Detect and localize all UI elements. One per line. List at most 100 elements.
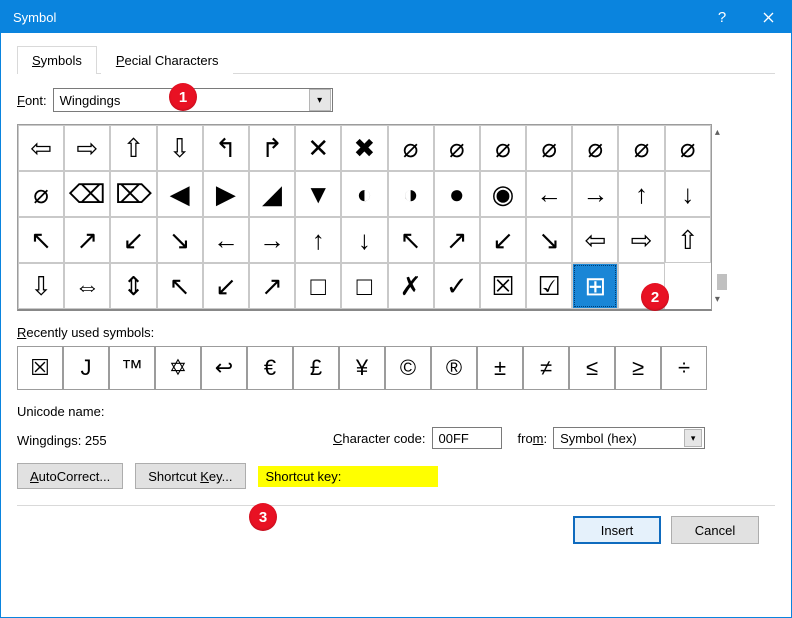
symbol-cell[interactable]: ◉ [480,171,526,217]
scroll-thumb[interactable] [717,274,727,290]
recent-symbol-cell[interactable]: ✡ [155,346,201,390]
symbol-cell[interactable]: ↓ [341,217,387,263]
recent-symbol-cell[interactable]: ≠ [523,346,569,390]
symbol-cell[interactable]: ↖ [18,217,64,263]
symbol-cell[interactable]: ⌀ [665,125,711,171]
symbol-cell[interactable]: ⇦ [18,125,64,171]
symbol-cell[interactable]: ↓ [665,171,711,217]
cancel-button[interactable]: Cancel [671,516,759,544]
symbol-cell[interactable]: ⌀ [526,125,572,171]
symbol-cell[interactable]: ▼ [295,171,341,217]
symbol-cell[interactable]: ⇦ [572,217,618,263]
recent-symbol-cell[interactable]: © [385,346,431,390]
symbol-cell[interactable]: ⌀ [434,125,480,171]
symbol-cell[interactable]: ⌀ [18,171,64,217]
symbol-cell[interactable]: ↙ [203,263,249,309]
symbol-cell[interactable]: ↰ [203,125,249,171]
symbol-cell[interactable]: ✕ [295,125,341,171]
symbol-cell[interactable]: ⇨ [64,125,110,171]
symbol-cell[interactable]: ● [434,171,480,217]
character-code-input[interactable] [432,427,502,449]
from-dropdown-value: Symbol (hex) [560,431,637,446]
recent-label: Recently used symbols: [17,325,775,340]
recent-symbol-cell[interactable]: £ [293,346,339,390]
font-label: Font: [17,93,47,108]
symbol-cell[interactable]: ⌀ [618,125,664,171]
titlebar: Symbol ? [1,1,791,33]
symbol-cell[interactable]: ☒ [480,263,526,309]
symbol-cell[interactable]: ▶ [203,171,249,217]
symbol-cell[interactable]: ↘ [157,217,203,263]
symbol-cell[interactable]: ⇕ [110,263,156,309]
symbol-cell[interactable]: ⌦ [110,171,156,217]
symbol-cell[interactable]: ⌀ [572,125,618,171]
symbol-cell[interactable]: ↗ [434,217,480,263]
symbol-cell[interactable]: ⇩ [157,125,203,171]
annotation-3: 3 [249,503,277,531]
symbol-cell[interactable]: ↖ [388,217,434,263]
symbol-cell[interactable]: ↙ [110,217,156,263]
symbol-cell[interactable]: ↖ [157,263,203,309]
window-title: Symbol [13,10,56,25]
symbol-cell[interactable]: → [249,217,295,263]
help-button[interactable]: ? [699,1,745,33]
symbol-cell[interactable]: → [572,171,618,217]
symbol-cell[interactable]: ◀ [157,171,203,217]
recent-symbol-cell[interactable]: ¥ [339,346,385,390]
symbol-cell[interactable]: ◑ [388,171,434,217]
grid-scrollbar[interactable]: ▴ ▾ [712,124,730,311]
insert-button[interactable]: Insert [573,516,661,544]
symbol-cell[interactable]: ↙ [480,217,526,263]
recent-symbol-cell[interactable]: ≤ [569,346,615,390]
symbol-cell[interactable]: ⇨ [618,217,664,263]
shortcut-key-display: Shortcut key: [258,466,438,487]
symbol-cell[interactable]: ⇩ [18,263,64,309]
close-icon [763,12,774,23]
recent-symbol-cell[interactable]: ↩ [201,346,247,390]
symbol-cell[interactable]: ⇧ [665,217,711,263]
recent-symbol-cell[interactable]: J [63,346,109,390]
from-dropdown[interactable]: Symbol (hex) ▾ [553,427,705,449]
symbol-cell[interactable]: ⌀ [480,125,526,171]
symbol-cell[interactable]: ↗ [64,217,110,263]
autocorrect-button[interactable]: AutoCorrect... [17,463,123,489]
recent-symbol-cell[interactable]: ± [477,346,523,390]
tab-strip: Symbols Pecial Characters [17,45,775,74]
symbol-cell[interactable]: ✗ [388,263,434,309]
symbol-cell[interactable]: ⊞ [572,263,618,309]
recent-symbol-cell[interactable]: ™ [109,346,155,390]
symbol-cell[interactable]: ✖ [341,125,387,171]
symbol-cell[interactable]: □ [341,263,387,309]
shortcut-key-button[interactable]: Shortcut Key... [135,463,245,489]
recent-symbol-cell[interactable]: ☒ [17,346,63,390]
symbol-cell[interactable]: ◢ [249,171,295,217]
symbol-cell[interactable]: ↘ [526,217,572,263]
symbol-cell[interactable]: ↗ [249,263,295,309]
recent-symbol-cell[interactable]: ≥ [615,346,661,390]
annotation-1: 1 [169,83,197,111]
symbol-cell[interactable]: ✓ [434,263,480,309]
recent-symbol-cell[interactable]: ÷ [661,346,707,390]
symbol-cell[interactable]: ◐ [341,171,387,217]
wingdings-name: Wingdings: 255 [17,433,327,448]
close-button[interactable] [745,1,791,33]
symbol-cell[interactable]: □ [295,263,341,309]
symbol-cell[interactable]: ⌀ [388,125,434,171]
symbol-cell[interactable]: ⇧ [110,125,156,171]
symbol-cell[interactable]: ⌫ [64,171,110,217]
symbol-cell[interactable]: ⇔ [64,263,110,309]
tab-symbols[interactable]: Symbols [17,46,97,74]
recent-symbol-cell[interactable]: € [247,346,293,390]
tab-special-characters[interactable]: Pecial Characters [101,46,234,74]
symbol-cell[interactable]: ↱ [249,125,295,171]
symbol-cell[interactable]: ← [203,217,249,263]
unicode-name-label: Unicode name: [17,404,775,419]
symbol-cell[interactable]: ☑ [526,263,572,309]
symbol-cell[interactable]: ← [526,171,572,217]
symbol-cell[interactable]: ↑ [295,217,341,263]
symbol-cell[interactable]: ↑ [618,171,664,217]
font-dropdown-value: Wingdings [60,93,121,108]
scroll-up-icon[interactable]: ▴ [715,127,729,141]
scroll-down-icon[interactable]: ▾ [715,294,729,308]
recent-symbol-cell[interactable]: ® [431,346,477,390]
